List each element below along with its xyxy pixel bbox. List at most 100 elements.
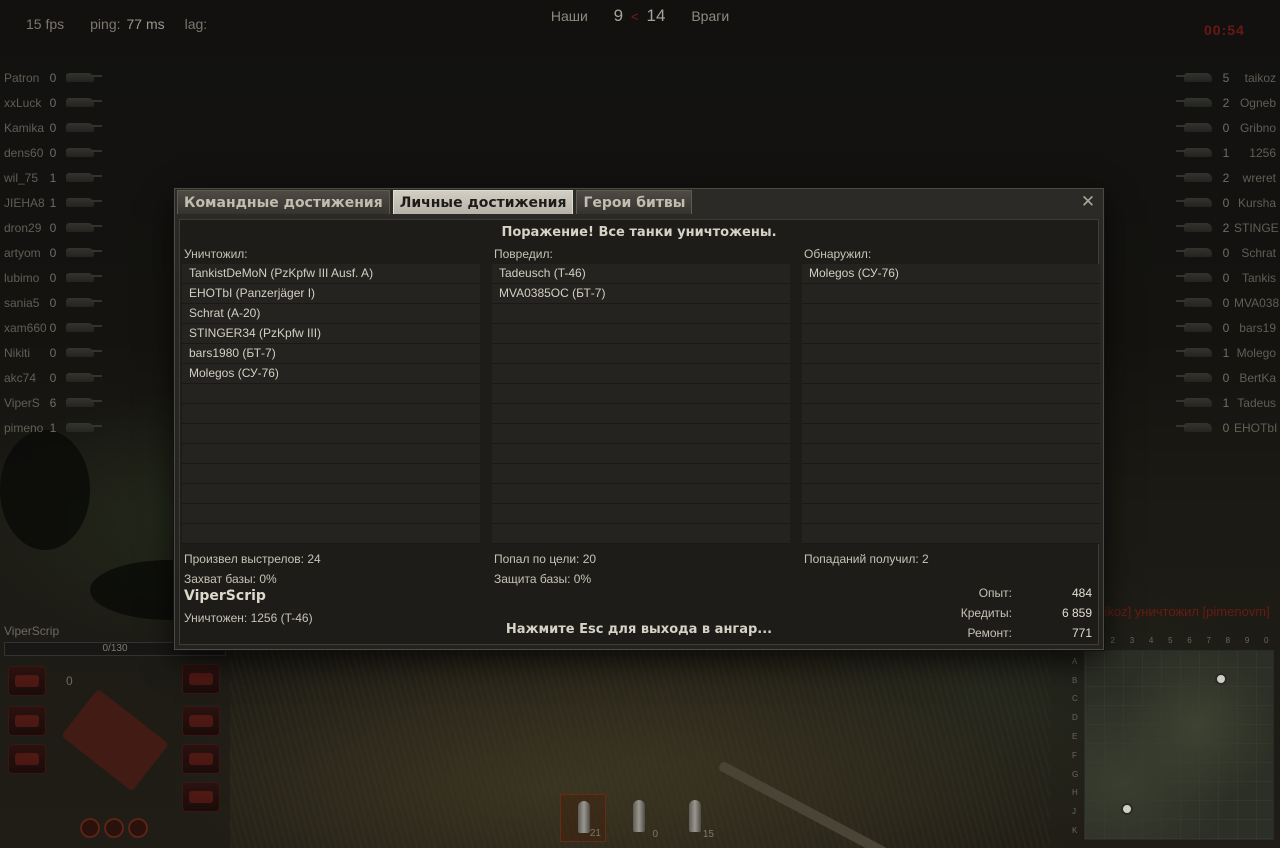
hits-stat: Попал по цели: 20 (494, 552, 597, 566)
tank-class-icon (66, 98, 102, 107)
enemy-team-list: 5 taikoz 2 Ogneb 0 Gribno 1 1256 2 wreret 0 Kursha 2… (1160, 65, 1280, 440)
ally-name: dron29 (4, 220, 42, 235)
minimap-terrain[interactable] (1084, 650, 1274, 840)
tank-class-icon (66, 348, 102, 357)
radio-module-icon (8, 666, 46, 696)
tank-class-icon (1176, 123, 1212, 132)
minimap-row-label: J (1072, 807, 1076, 817)
base-marker-icon (1121, 803, 1133, 815)
minimap-col-label: 8 (1225, 636, 1231, 645)
enemy-row: 0 Kursha (1160, 190, 1280, 215)
tank-class-icon (1176, 423, 1212, 432)
enemy-frags: 5 (1222, 70, 1230, 85)
destroyed-entry: TankistDeMoN (PzKpfw III Ausf. A) (189, 266, 374, 280)
enemy-row: 0 BertKa (1160, 365, 1280, 390)
player-name: ViperScrip (184, 588, 266, 604)
minimap-col-label: 4 (1148, 636, 1154, 645)
minimap-col-label: 2 (1110, 636, 1115, 645)
enemy-name: Molego (1236, 345, 1276, 360)
minimap-row-label: C (1072, 694, 1078, 704)
enemy-row: 0 Tankis (1160, 265, 1280, 290)
damaged-header: Повредил: (494, 247, 553, 261)
enemy-frags: 1 (1222, 145, 1230, 160)
enemy-name: Ogneb (1239, 95, 1276, 110)
results-content: Поражение! Все танки уничтожены. Уничтож… (179, 219, 1100, 646)
tank-class-icon (1176, 398, 1212, 407)
destroyed-entry: Schrat (A-20) (189, 306, 261, 320)
ammo-slot[interactable]: 21 (560, 794, 606, 842)
ally-frags: 0 (49, 120, 57, 135)
tank-class-icon (66, 148, 102, 157)
spotted-column: Обнаружил: Molegos (СУ-76) (802, 246, 1100, 544)
tab-battle-heroes[interactable]: Герои битвы (576, 190, 693, 214)
engine-module-icon (182, 664, 220, 694)
destroyed-header: Уничтожил: (184, 247, 248, 261)
tank-class-icon (66, 273, 102, 282)
results-tabs: Командные достижения Личные достижения Гер… (177, 190, 693, 214)
ammo-count: 21 (589, 828, 601, 839)
ally-name: xam660 (4, 320, 46, 335)
enemy-frags: 1 (1222, 345, 1230, 360)
ally-name: pimeno (4, 420, 44, 435)
shell-icon (689, 800, 701, 832)
fire-extinguisher-icon[interactable] (128, 818, 148, 838)
rewards-summary: Опыт: 484 Кредиты: 6 859 Ремонт: 771 (912, 586, 1092, 646)
ammo-slot[interactable]: 15 (672, 794, 718, 842)
tank-class-icon (66, 323, 102, 332)
ally-name: Nikiti (4, 345, 30, 360)
tank-class-icon (1176, 198, 1212, 207)
ally-frags: 0 (49, 295, 57, 310)
reward-label: Кредиты: (960, 606, 1012, 620)
reward-label: Опыт: (978, 586, 1012, 600)
ammo-count: 15 (702, 829, 714, 840)
enemy-name: Kursha (1237, 195, 1276, 210)
minimap-col-label: 0 (1264, 636, 1269, 645)
enemy-row: 1 1256 (1160, 140, 1280, 165)
tab-personal-achievements[interactable]: Личные достижения (392, 190, 574, 214)
enemy-row: 2 STINGE (1160, 215, 1280, 240)
ally-frags: 0 (49, 220, 57, 235)
damaged-entry: MVA0385OC (БТ-7) (499, 286, 606, 300)
ammo-slot[interactable]: 0 (616, 794, 662, 842)
enemy-name: Schrat (1241, 245, 1276, 260)
close-icon[interactable]: ✕ (1079, 193, 1097, 211)
allied-team-list: Patron 0 xxLuck 0 Kamika 0 dens60 0 wil_75 1 JIEHA… (0, 65, 110, 440)
tank-damage-diagram (61, 688, 169, 792)
destroyed-list: TankistDeMoN (PzKpfw III Ausf. A) EHOTbI … (182, 264, 480, 544)
enemy-row: 1 Molego (1160, 340, 1280, 365)
minimap-row-labels: ABCDEFGHJK (1072, 652, 1082, 840)
minimap-col-label: 3 (1129, 636, 1135, 645)
reward-value: 771 (1071, 626, 1092, 640)
minimap-col-label: 5 (1168, 636, 1173, 645)
ally-frags: 6 (49, 395, 57, 410)
ally-name: Patron (4, 70, 40, 85)
tank-class-icon (1176, 373, 1212, 382)
enemy-row: 0 bars19 (1160, 315, 1280, 340)
enemy-name: Tankis (1241, 270, 1276, 285)
tank-class-icon (66, 423, 102, 432)
kill-message: [taikoz] уничтожил [pimenovm] (1090, 604, 1270, 619)
repair-kit-icon[interactable] (80, 818, 100, 838)
enemy-name: wreret (1242, 170, 1276, 185)
ally-name: Kamika (4, 120, 45, 135)
reward-value: 6 859 (1061, 606, 1092, 620)
ammo-rack-icon (8, 744, 46, 774)
tab-team-achievements[interactable]: Командные достижения (177, 190, 390, 214)
ally-frags: 0 (49, 270, 57, 285)
ally-row: ViperS 6 (0, 390, 110, 415)
tank-class-icon (66, 123, 102, 132)
minimap[interactable]: 1234567890 ABCDEFGHJK (1068, 636, 1280, 848)
tank-class-icon (66, 298, 102, 307)
tree-silhouette (0, 430, 90, 550)
damage-panel: ViperScrip 0/130 0 (0, 620, 228, 848)
ally-row: dens60 0 (0, 140, 110, 165)
enemy-frags: 0 (1222, 120, 1230, 135)
base-defense-stat: Защита базы: 0% (494, 572, 592, 586)
enemy-row: 0 EHOTbI (1160, 415, 1280, 440)
ally-frags: 0 (49, 345, 57, 360)
first-aid-icon[interactable] (104, 818, 124, 838)
enemy-row: 0 Schrat (1160, 240, 1280, 265)
destroyed-entry: STINGER34 (PzKpfw III) (189, 326, 322, 340)
enemy-frags: 0 (1222, 320, 1230, 335)
minimap-row-label: G (1072, 769, 1079, 779)
